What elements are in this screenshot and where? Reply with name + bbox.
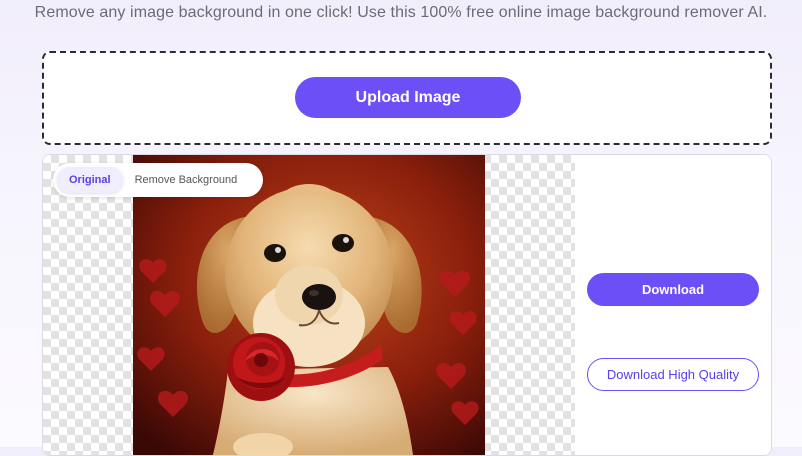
upload-dropzone[interactable]: Upload Image (42, 51, 772, 145)
view-toggle: Original Remove Background (53, 163, 263, 197)
actions-panel: Download Download High Quality (575, 155, 771, 455)
toggle-original[interactable]: Original (57, 167, 123, 193)
toggle-remove-background[interactable]: Remove Background (123, 167, 250, 193)
uploaded-image (133, 155, 485, 455)
page-subtitle: Remove any image background in one click… (34, 4, 768, 21)
download-button[interactable]: Download (587, 273, 759, 306)
upload-image-button[interactable]: Upload Image (295, 77, 521, 118)
result-card: Original Remove Background Download Down… (42, 154, 772, 456)
image-preview-area: Original Remove Background (43, 155, 575, 455)
download-high-quality-button[interactable]: Download High Quality (587, 358, 759, 391)
